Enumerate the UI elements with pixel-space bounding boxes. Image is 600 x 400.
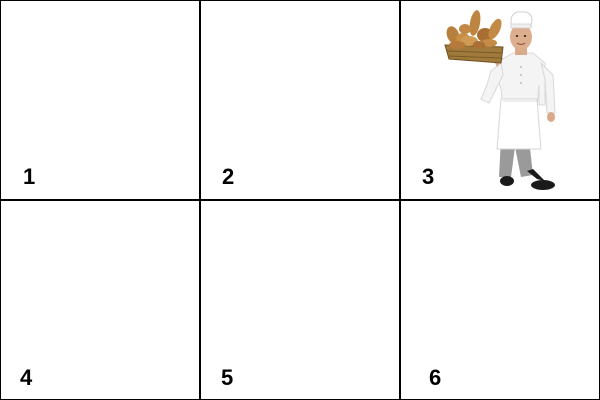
baker-with-bread-basket-image <box>444 10 556 190</box>
grid-cell-4[interactable]: 4 <box>1 201 199 399</box>
cell-number: 2 <box>222 164 235 189</box>
cell-number: 1 <box>23 164 36 189</box>
cell-number: 5 <box>221 365 234 390</box>
grid-cell-5[interactable]: 5 <box>201 201 399 399</box>
cell-number: 4 <box>20 365 33 390</box>
grid-cell-1[interactable]: 1 <box>1 1 199 199</box>
grid-cell-6[interactable]: 6 <box>401 201 599 399</box>
image-grid: 1 2 3 4 5 6 <box>0 0 600 400</box>
grid-cell-3[interactable]: 3 <box>401 1 599 199</box>
cell-number: 6 <box>429 365 442 390</box>
cell-number: 3 <box>422 164 435 189</box>
grid-cell-2[interactable]: 2 <box>201 1 399 199</box>
